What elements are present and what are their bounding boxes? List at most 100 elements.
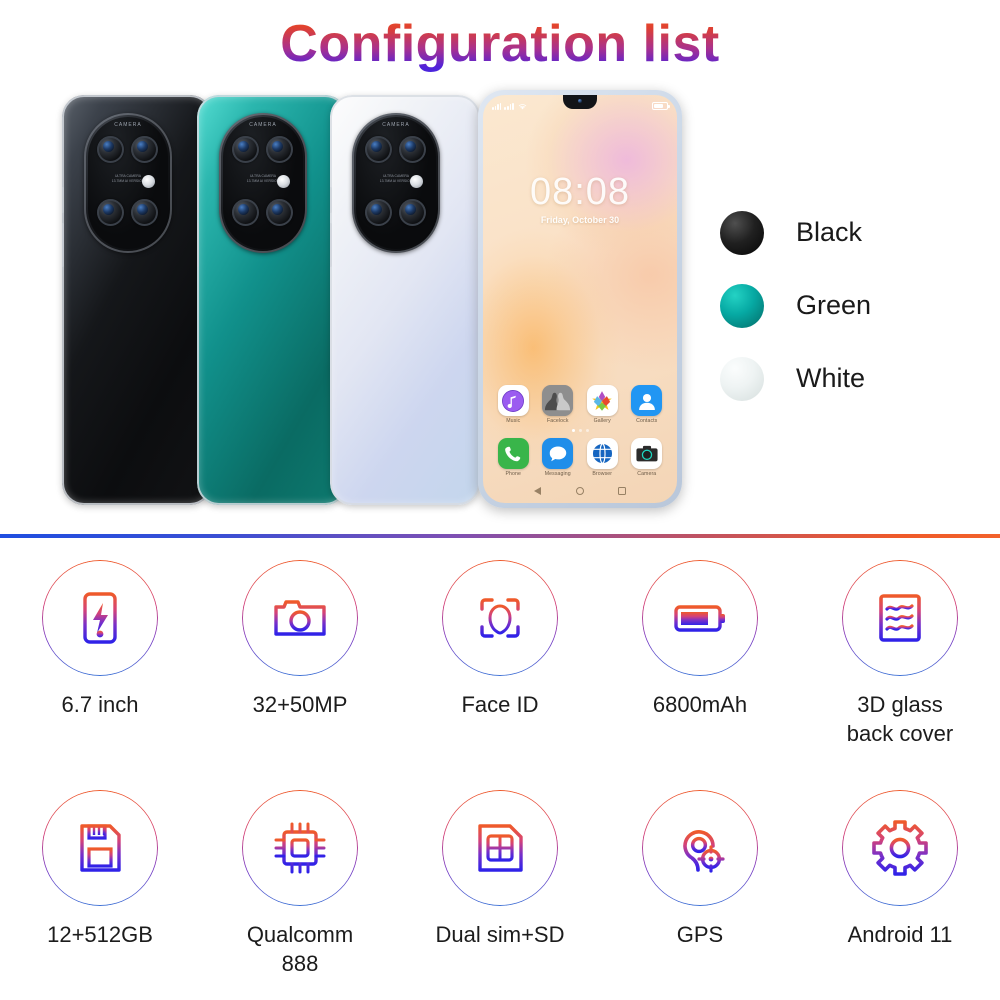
app-row-2: Phone Messaging Browser Camera: [483, 438, 677, 477]
icon-circle: [842, 560, 958, 676]
phone-back-black: CAMERA ULTRA CAMERA 13.7MM AI VERSION: [62, 95, 212, 505]
lockscreen-clock: 08:08: [529, 171, 631, 213]
app-label: Messaging: [544, 471, 571, 477]
feature-android: Android 11: [800, 790, 1000, 978]
page-dot[interactable]: [578, 429, 582, 432]
icon-circle: [42, 560, 158, 676]
android-nav-bar: [483, 483, 677, 499]
icon-circle: [642, 790, 758, 906]
feature-storage: 12+512GB: [0, 790, 200, 978]
legend-item-green[interactable]: Green: [720, 269, 871, 342]
feature-glass-back: 3D glass back cover: [800, 560, 1000, 748]
feature-label: 12+512GB: [47, 922, 153, 947]
legend-label: Black: [796, 217, 863, 247]
feature-label: Android 11: [847, 922, 953, 947]
sim-card-icon: [478, 824, 523, 872]
signal-icon: [492, 102, 502, 110]
icon-circle: [442, 560, 558, 676]
back-icon[interactable]: [534, 487, 542, 495]
app-messaging[interactable]: Messaging: [539, 438, 577, 477]
page-indicator: [483, 429, 677, 432]
feature-gps: GPS: [600, 790, 800, 978]
phone-rim: [62, 95, 212, 505]
home-icon[interactable]: [575, 487, 584, 495]
app-camera[interactable]: Camera: [628, 438, 666, 477]
icon-circle: [242, 790, 358, 906]
app-facelock[interactable]: Facelock: [539, 385, 577, 424]
storage-icon: [80, 824, 121, 872]
color-swatch-white: [720, 356, 764, 401]
phone-rim: [330, 95, 480, 505]
face-id-icon: [480, 598, 520, 638]
app-label: Phone: [505, 471, 521, 477]
legend-label: Green: [796, 290, 872, 320]
screen-size-icon: [83, 592, 117, 644]
feature-row-2: 12+512GB Qualcomm 888 Dual sim+SD GPS An…: [0, 790, 1000, 978]
feature-camera: 32+50MP: [200, 560, 400, 748]
feature-label: Face ID: [461, 692, 539, 717]
messaging-icon: [542, 438, 574, 469]
glass-back-icon: [879, 594, 921, 642]
page-dot[interactable]: [585, 429, 589, 432]
phone-icon: [497, 438, 529, 469]
facelock-icon: [542, 385, 574, 416]
battery-icon: [652, 101, 670, 110]
app-contacts[interactable]: Contacts: [628, 385, 666, 424]
contacts-icon: [631, 385, 663, 416]
phone-screen: 08:08 Friday, October 30 Music Facelock …: [483, 95, 677, 503]
lockscreen-date: Friday, October 30: [540, 215, 620, 225]
phone-back-green: CAMERA ULTRA CAMERA 13.7MM AI VERSION: [197, 95, 347, 505]
page-dot[interactable]: [571, 429, 575, 432]
feature-label: Dual sim+SD: [435, 922, 565, 947]
app-label: Music: [506, 418, 521, 424]
color-legend: Black Green White: [720, 196, 871, 415]
icon-circle: [42, 790, 158, 906]
feature-label: 3D glass back cover: [846, 692, 954, 746]
app-dock: Music Facelock Gallery Contacts Phone Me…: [483, 385, 677, 477]
product-configuration-page: Configuration list CAMERA ULTRA CAMERA 13…: [0, 0, 1000, 1000]
feature-label: 32+50MP: [252, 692, 348, 717]
icon-circle: [642, 560, 758, 676]
gear-icon: [872, 820, 928, 876]
color-swatch-green: [720, 283, 764, 328]
battery-icon: [674, 605, 725, 632]
legend-label: White: [796, 363, 866, 393]
app-label: Gallery: [593, 418, 611, 424]
page-title: Configuration list: [0, 14, 1000, 74]
camera-icon: [274, 600, 326, 636]
app-label: Contacts: [636, 418, 658, 424]
icon-circle: [842, 790, 958, 906]
icon-circle: [242, 560, 358, 676]
app-gallery[interactable]: Gallery: [583, 385, 621, 424]
app-row-1: Music Facelock Gallery Contacts: [483, 385, 677, 424]
app-label: Browser: [592, 471, 613, 477]
feature-grid: 6.7 inch 32+50MP Face ID 6800mAh 3D glas…: [0, 560, 1000, 978]
app-music[interactable]: Music: [494, 385, 532, 424]
feature-battery: 6800mAh: [600, 560, 800, 748]
phone-rim: [197, 95, 347, 505]
color-swatch-black: [720, 210, 764, 255]
signal-icon: [504, 102, 514, 110]
recents-icon[interactable]: [618, 487, 626, 495]
gallery-icon: [586, 385, 618, 416]
legend-item-black[interactable]: Black: [720, 196, 871, 269]
app-browser[interactable]: Browser: [583, 438, 621, 477]
feature-label: Qualcomm 888: [246, 922, 354, 976]
legend-item-white[interactable]: White: [720, 342, 871, 415]
section-divider: [0, 534, 1000, 538]
browser-icon: [586, 438, 618, 469]
icon-circle: [442, 790, 558, 906]
app-phone[interactable]: Phone: [494, 438, 532, 477]
app-label: Facelock: [546, 418, 569, 424]
feature-face-id: Face ID: [400, 560, 600, 748]
status-bar: [483, 99, 677, 112]
feature-label: 6.7 inch: [61, 692, 139, 717]
feature-label: 6800mAh: [652, 692, 748, 717]
phone-front: 08:08 Friday, October 30 Music Facelock …: [478, 90, 682, 508]
cpu-icon: [274, 822, 326, 874]
feature-cpu: Qualcomm 888: [200, 790, 400, 978]
gps-icon: [683, 830, 725, 873]
app-label: Camera: [637, 471, 657, 477]
music-icon: [497, 385, 529, 416]
wifi-icon: [518, 103, 526, 109]
